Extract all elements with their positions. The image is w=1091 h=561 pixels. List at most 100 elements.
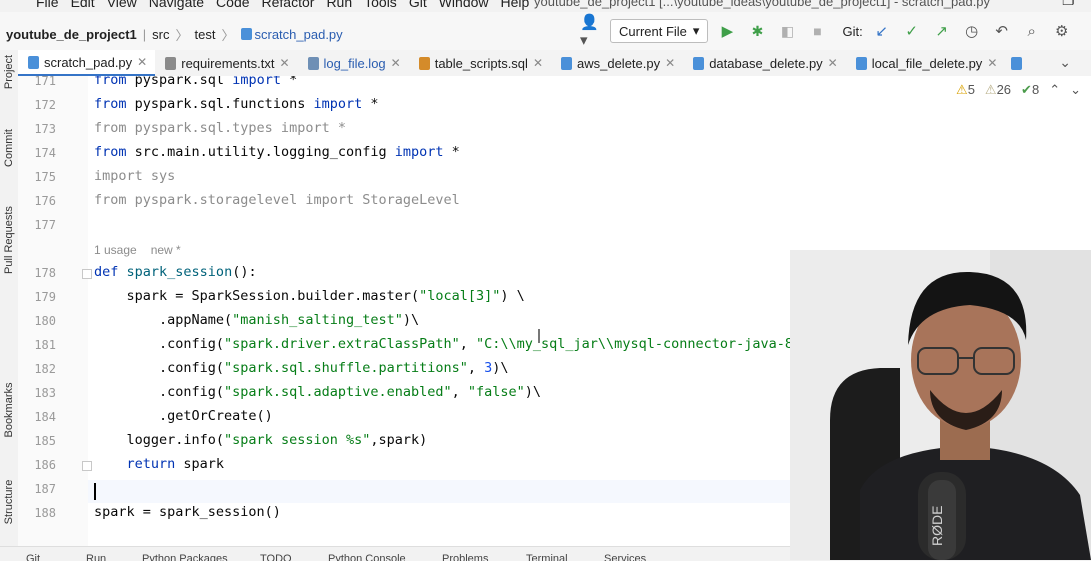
- stop-icon[interactable]: ■: [806, 20, 828, 42]
- breadcrumb-file-label: scratch_pad.py: [254, 27, 343, 42]
- breadcrumb-project[interactable]: youtube_de_project1: [6, 27, 137, 42]
- line-number: 174: [34, 146, 56, 160]
- presenter-webcam: RØDE: [790, 250, 1091, 560]
- usages-hint[interactable]: 1 usage: [94, 243, 137, 257]
- menu-navigate[interactable]: Navigate: [149, 0, 204, 10]
- menu-run[interactable]: Run: [326, 0, 352, 10]
- history-clock-icon[interactable]: ◷: [961, 20, 983, 42]
- tab-label: aws_delete.py: [577, 55, 661, 71]
- code-line: .appName("manish_salting_test")\: [94, 312, 420, 328]
- editor-tabs: scratch_pad.py ✕ requirements.txt ✕ log_…: [18, 50, 1091, 77]
- close-icon[interactable]: ✕: [279, 56, 289, 70]
- git-commit-icon[interactable]: ✓: [901, 20, 923, 42]
- code-line: from src.main.utility.logging_config imp…: [94, 144, 460, 160]
- tool-bookmarks[interactable]: Bookmarks: [3, 382, 15, 437]
- line-number: 179: [34, 290, 56, 304]
- line-number: 182: [34, 362, 56, 376]
- run-configuration-select[interactable]: Current File ▾: [610, 19, 709, 43]
- code-line: .config("spark.driver.extraClassPath", "…: [94, 336, 882, 352]
- git-update-icon[interactable]: ↙: [871, 20, 893, 42]
- line-number: 172: [34, 98, 56, 112]
- menu-help[interactable]: Help: [501, 0, 530, 10]
- mic-brand-logo: RØDE: [929, 506, 945, 546]
- weak-warnings-count: ⚠26: [984, 82, 1012, 97]
- toolbar-actions: 👤▾ Current File ▾ ▶ ✱ ◧ ■ Git: ↙ ✓ ↗ ◷ ↶…: [580, 14, 1073, 49]
- tab-label: log_file.log: [323, 55, 386, 71]
- menu-code[interactable]: Code: [216, 0, 249, 10]
- account-icon[interactable]: 👤▾: [580, 14, 602, 49]
- python-file-icon: [1011, 56, 1023, 70]
- close-icon[interactable]: ✕: [665, 56, 675, 70]
- git-label: Git:: [842, 23, 863, 39]
- tab-overflow[interactable]: [1005, 50, 1028, 76]
- menu-edit[interactable]: Edit: [71, 0, 95, 10]
- code-line: from pyspark.sql.functions import *: [94, 96, 379, 112]
- restore-window-icon[interactable]: ❐: [1062, 0, 1075, 9]
- menu-view[interactable]: View: [107, 0, 137, 10]
- weak-warning-icon: ⚠: [984, 82, 997, 97]
- tab-table-scripts[interactable]: table_scripts.sql ✕: [409, 50, 551, 76]
- menu-refactor[interactable]: Refactor: [262, 0, 315, 10]
- inspection-widget[interactable]: ⚠5 ⚠26 ✔8 ⌃ ⌄: [956, 82, 1081, 98]
- code-line: from pyspark.sql import *: [94, 76, 298, 88]
- close-icon[interactable]: ✕: [828, 56, 838, 70]
- settings-gear-icon[interactable]: ⚙: [1051, 20, 1073, 42]
- close-icon[interactable]: ✕: [533, 56, 543, 70]
- line-number: 171: [34, 76, 56, 88]
- fold-marker[interactable]: [82, 269, 92, 279]
- code-line: from pyspark.storagelevel import Storage…: [94, 192, 460, 208]
- left-tool-strip: Project Commit Pull Requests Bookmarks S…: [0, 50, 19, 560]
- code-line: def spark_session():: [94, 264, 257, 280]
- run-icon[interactable]: ▶: [716, 20, 738, 42]
- git-push-icon[interactable]: ↗: [931, 20, 953, 42]
- breadcrumb-src[interactable]: src: [152, 27, 169, 42]
- chevron-up-icon[interactable]: ⌃: [1049, 82, 1060, 98]
- python-file-icon: [28, 55, 39, 69]
- chevron-down-icon[interactable]: ⌄: [1059, 54, 1071, 71]
- text-file-icon: [165, 56, 177, 70]
- breadcrumb-test[interactable]: test: [195, 27, 216, 42]
- menu-git[interactable]: Git: [409, 0, 427, 10]
- menu-tools[interactable]: Tools: [364, 0, 397, 10]
- code-line: .getOrCreate(): [94, 408, 273, 424]
- breadcrumb-separator: |: [142, 27, 147, 42]
- chevron-down-icon[interactable]: ⌄: [1070, 82, 1081, 98]
- line-number: 184: [34, 410, 56, 424]
- close-icon[interactable]: ✕: [137, 55, 147, 69]
- code-line: spark = SparkSession.builder.master("loc…: [94, 288, 525, 304]
- coverage-icon[interactable]: ◧: [776, 20, 798, 42]
- tool-structure[interactable]: Structure: [3, 480, 15, 525]
- tab-database-delete[interactable]: database_delete.py ✕: [683, 50, 846, 76]
- menu-window[interactable]: Window: [439, 0, 489, 10]
- close-icon[interactable]: ✕: [987, 56, 997, 70]
- rollback-icon[interactable]: ↶: [991, 20, 1013, 42]
- run-configuration-label: Current File: [619, 23, 687, 39]
- presenter-silhouette: RØDE: [790, 250, 1091, 560]
- menu-bar: File Edit View Navigate Code Refactor Ru…: [0, 0, 1091, 12]
- text-caret: [94, 483, 96, 500]
- code-line: .config("spark.sql.adaptive.enabled", "f…: [94, 384, 542, 400]
- debug-bug-icon[interactable]: ✱: [746, 20, 768, 42]
- tab-label: table_scripts.sql: [434, 55, 528, 71]
- line-number: 180: [34, 314, 56, 328]
- author-hint[interactable]: new *: [151, 243, 181, 257]
- close-icon[interactable]: ✕: [391, 56, 401, 70]
- typos-count: ✔8: [1021, 82, 1040, 97]
- inlay-hint[interactable]: 1 usage new *: [94, 243, 195, 257]
- fold-marker[interactable]: [82, 461, 92, 471]
- search-icon[interactable]: ⌕: [1021, 20, 1043, 42]
- line-number: 181: [34, 338, 56, 352]
- breadcrumb-file[interactable]: scratch_pad.py: [240, 27, 343, 42]
- tab-scratch-pad[interactable]: scratch_pad.py ✕: [18, 50, 156, 76]
- tool-commit[interactable]: Commit: [3, 129, 15, 167]
- tab-local-file-delete[interactable]: local_file_delete.py ✕: [846, 50, 1006, 76]
- line-number: 177: [34, 218, 56, 232]
- tab-log-file[interactable]: log_file.log ✕: [298, 50, 409, 76]
- tab-requirements[interactable]: requirements.txt ✕: [155, 50, 297, 76]
- tool-pull-requests[interactable]: Pull Requests: [3, 206, 15, 274]
- tab-label: database_delete.py: [709, 55, 823, 71]
- tool-project[interactable]: Project: [3, 55, 15, 89]
- tab-aws-delete[interactable]: aws_delete.py ✕: [551, 50, 683, 76]
- menu-file[interactable]: File: [36, 0, 59, 10]
- breadcrumb-separator: 〉: [175, 28, 189, 43]
